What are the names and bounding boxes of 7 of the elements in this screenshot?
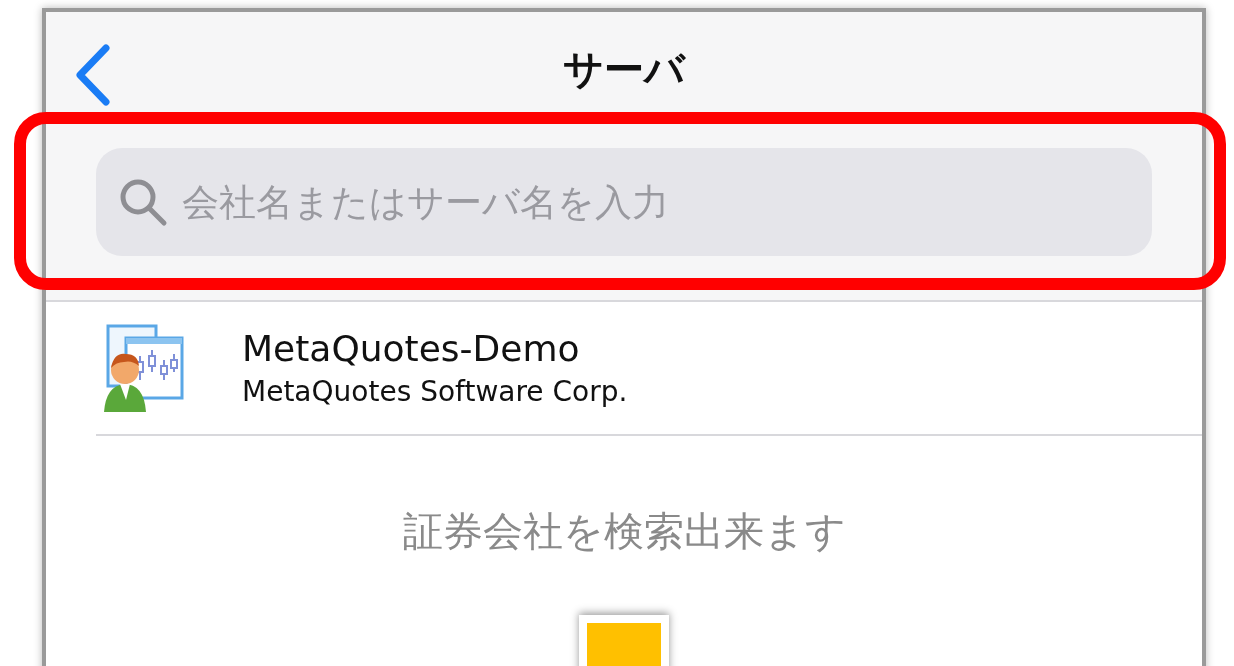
- search-icon: [118, 177, 168, 227]
- server-name: MetaQuotes-Demo: [242, 328, 581, 369]
- search-hint-text: 証券会社を検索出来ます: [401, 507, 847, 556]
- server-row[interactable]: MetaQuotes-Demo MetaQuotes Software Corp.: [96, 302, 1202, 436]
- company-name: MetaQuotes Software Corp.: [242, 375, 628, 408]
- screen-title: サーバ: [563, 45, 685, 94]
- search-field[interactable]: 会社名またはサーバ名を入力: [96, 148, 1152, 256]
